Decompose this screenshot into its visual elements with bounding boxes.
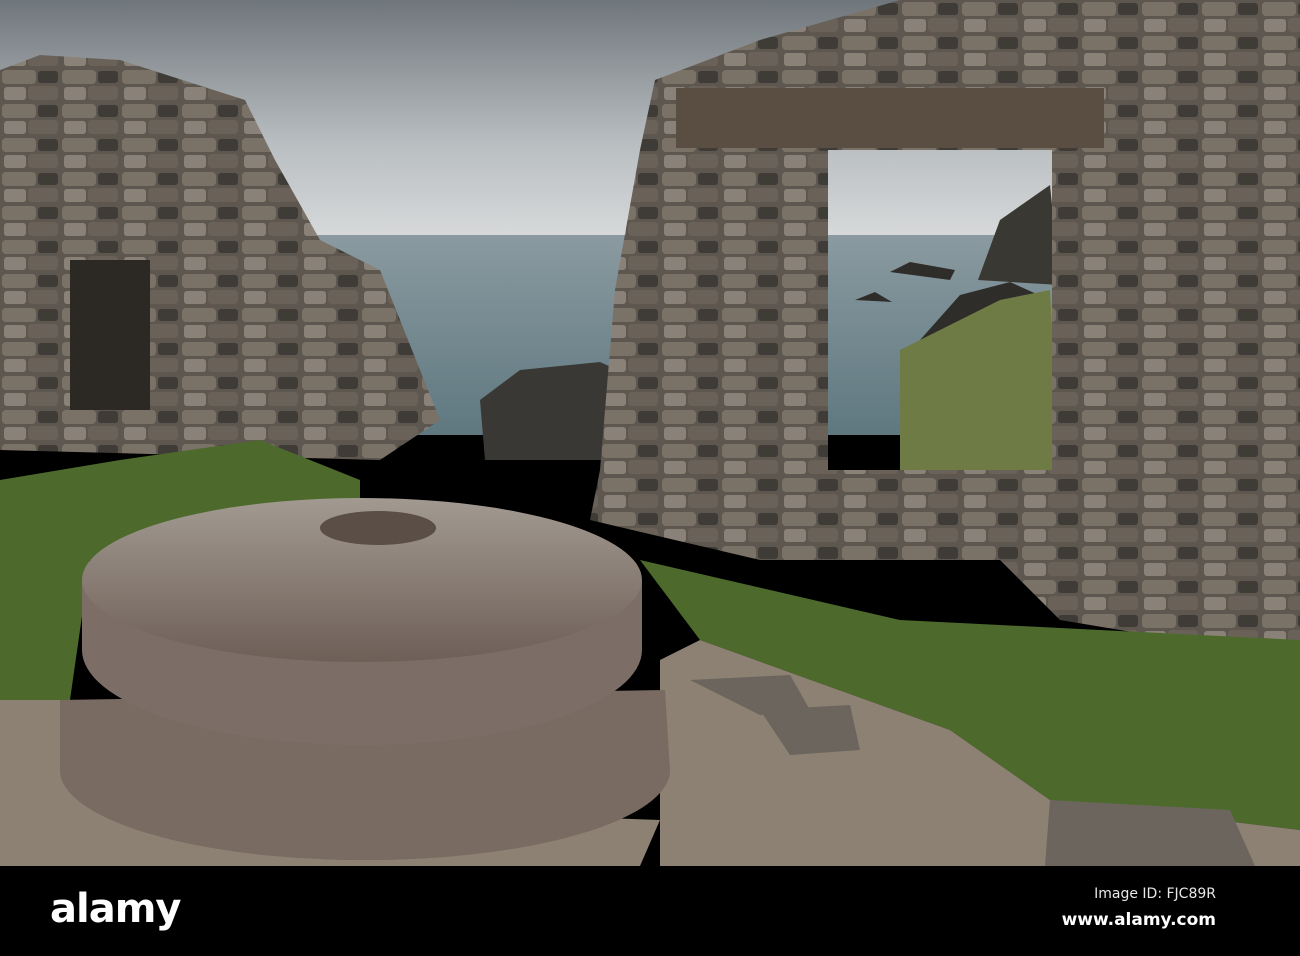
image-id: Image ID: FJC89R — [1094, 886, 1216, 902]
millstone-hole — [320, 511, 436, 545]
watermark-bar: alamy Image ID: FJC89R www.alamy.com — [0, 866, 1300, 956]
site-url: www.alamy.com — [1061, 910, 1216, 930]
photo-scene — [0, 0, 1300, 866]
wooden-lintel — [676, 88, 1104, 148]
alamy-logo: alamy — [50, 886, 181, 932]
